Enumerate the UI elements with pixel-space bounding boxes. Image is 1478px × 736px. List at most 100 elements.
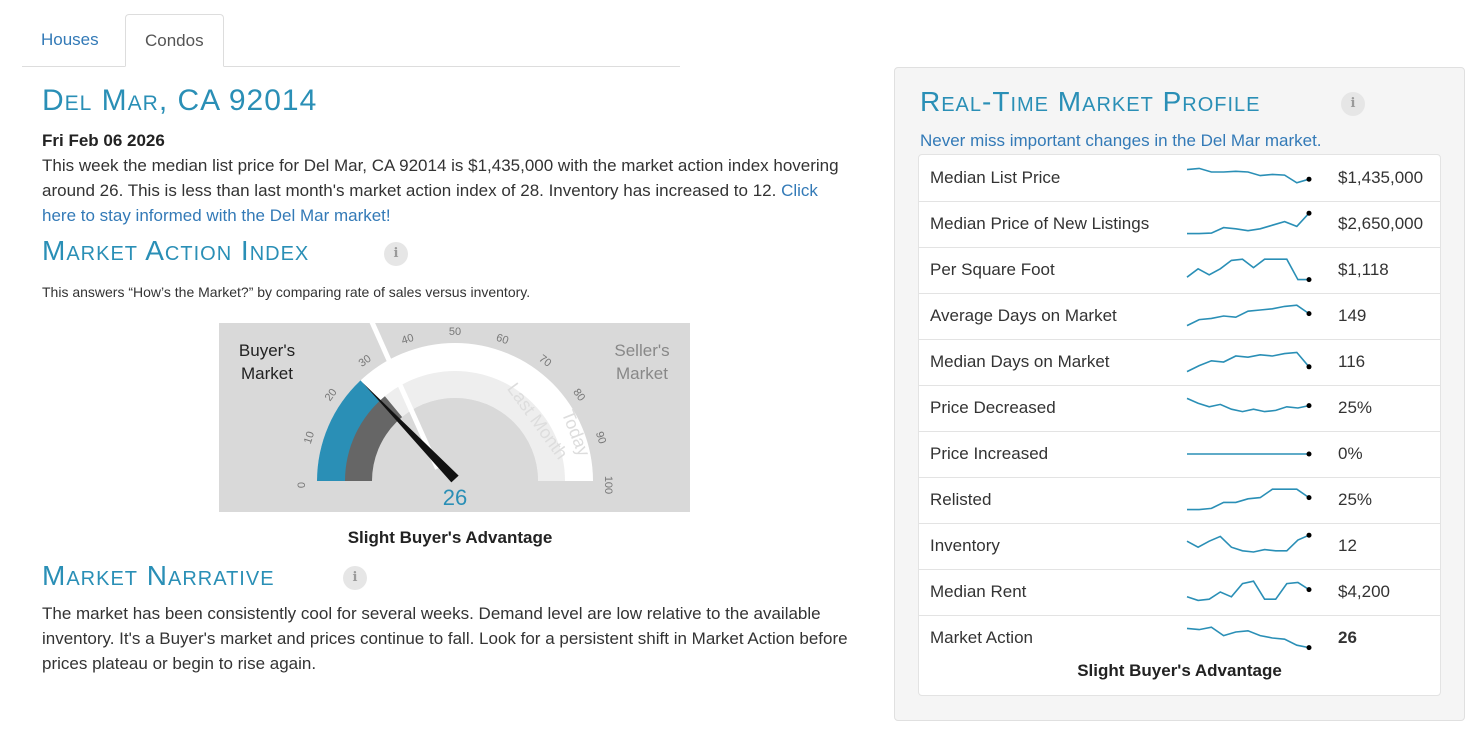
metric-label: Median Days on Market	[930, 352, 1110, 371]
sparkline-endpoint	[1306, 532, 1312, 538]
sparkline-path	[1187, 488, 1310, 511]
sparkline-endpoint	[1306, 451, 1312, 457]
metric-value: 116	[1338, 352, 1366, 371]
table-row: Market Action 26	[919, 615, 1440, 661]
summary-text: This week the median list price for Del …	[42, 156, 839, 200]
metric-label: Median Rent	[930, 582, 1027, 601]
metric-label: Price Increased	[930, 444, 1049, 463]
table-row: Median Days on Market 116	[919, 339, 1440, 386]
gauge-tick-label: 50	[449, 326, 461, 338]
sparkline-endpoint	[1306, 311, 1312, 317]
sparkline-endpoint	[1306, 277, 1312, 283]
market-profile-title: Real-Time Market Profile	[920, 86, 1261, 117]
table-row: Inventory 12	[919, 523, 1440, 570]
trend-sparkline	[1187, 210, 1312, 235]
metric-label: Price Decreased	[930, 398, 1056, 417]
metric-label: Inventory	[930, 536, 1000, 555]
trend-sparkline	[1186, 532, 1312, 553]
gauge-tick-label: 80	[570, 387, 587, 404]
metric-value: 25%	[1338, 398, 1373, 417]
sparkline-path	[1186, 397, 1310, 413]
sparkline-endpoint	[1306, 645, 1312, 651]
sparkline-path	[1186, 304, 1310, 327]
market-profile-subtitle: Never miss important changes in the Del …	[920, 131, 1322, 150]
metric-value: $4,200	[1338, 582, 1390, 601]
metric-value: 12	[1338, 536, 1357, 555]
metric-label: Relisted	[930, 490, 992, 509]
metric-label: Median Price of New Listings	[930, 214, 1150, 233]
gauge-value: 26	[443, 485, 467, 510]
metric-label: Per Square Foot	[930, 260, 1055, 279]
table-row: Per Square Foot $1,118	[919, 247, 1440, 294]
gauge-tick-label: 90	[593, 430, 608, 445]
sparkline-endpoint	[1306, 364, 1312, 370]
trend-sparkline	[1186, 304, 1312, 327]
metric-value: 25%	[1338, 490, 1373, 509]
sparkline-path	[1186, 351, 1310, 373]
metric-value: 26	[1338, 628, 1357, 647]
gauge-tick-label: 100	[602, 476, 614, 494]
table-row: Average Days on Market 149	[919, 293, 1440, 340]
info-icon[interactable]: i	[1341, 92, 1365, 116]
trend-sparkline	[1186, 397, 1312, 413]
table-row: Median Rent $4,200	[919, 569, 1440, 616]
sellers-market-label-2: Market	[616, 364, 668, 383]
metric-label: Median List Price	[930, 168, 1061, 187]
market-narrative-text: The market has been consistently cool fo…	[42, 604, 848, 673]
tab-condos[interactable]: Condos	[125, 14, 224, 67]
metric-label: Market Action	[930, 628, 1033, 647]
table-row: Median List Price $1,435,000	[919, 155, 1440, 202]
gauge-caption: Slight Buyer's Advantage	[347, 528, 553, 547]
sparkline-path	[1186, 534, 1310, 553]
market-action-description: This answers “How’s the Market?” by comp…	[42, 284, 531, 300]
info-icon[interactable]: i	[384, 242, 408, 266]
gauge-tick-label: 10	[302, 430, 317, 445]
sparkline-path	[1186, 580, 1310, 602]
trend-sparkline	[1186, 167, 1312, 184]
sparkline-endpoint	[1306, 495, 1312, 501]
market-narrative-title: Market Narrative	[42, 560, 275, 591]
market-profile-caption: Slight Buyer's Advantage	[1077, 661, 1282, 680]
sparkline-endpoint	[1306, 403, 1312, 409]
metric-label: Average Days on Market	[930, 306, 1117, 325]
sparkline-path	[1186, 258, 1309, 281]
sparkline-path	[1186, 167, 1310, 184]
sparkline-endpoint	[1306, 210, 1312, 216]
info-icon[interactable]: i	[343, 566, 367, 590]
gauge-tick-label: 60	[495, 332, 510, 347]
buyers-market-label-2: Market	[241, 364, 293, 383]
table-row: Price Decreased 25%	[919, 385, 1440, 432]
sparkline-path	[1187, 212, 1310, 235]
trend-sparkline	[1186, 580, 1312, 602]
sparkline-endpoint	[1306, 587, 1312, 593]
gauge-graphic: Last MonthToday 010203040 50 60708090100 2…	[239, 323, 670, 510]
table-row: Median Price of New Listings $2,650,000	[919, 201, 1440, 248]
gauge-tick-label: 70	[536, 353, 553, 370]
gauge-tick-label: 40	[400, 332, 415, 347]
page-title: Del Mar, CA 92014	[42, 84, 318, 117]
gauge-tick-label: 0	[296, 482, 308, 488]
trend-sparkline	[1186, 258, 1312, 283]
buyers-market-label: Buyer's	[239, 341, 295, 360]
gauge-tick-label: 30	[357, 353, 374, 370]
sparkline-path	[1186, 626, 1310, 649]
metric-value: $1,118	[1338, 260, 1389, 279]
table-row: Relisted 25%	[919, 477, 1440, 524]
tab-houses[interactable]: Houses	[22, 14, 118, 66]
metric-value: 149	[1338, 306, 1367, 325]
metric-value: $1,435,000	[1338, 168, 1424, 187]
market-action-title: Market Action Index	[42, 235, 310, 266]
gauge-tick-label: 20	[323, 387, 340, 404]
trend-sparkline	[1186, 626, 1312, 651]
market-profile-table: Median List Price $1,435,000 Median Price …	[918, 154, 1441, 696]
trend-sparkline	[1187, 488, 1312, 511]
metric-value: 0%	[1338, 444, 1363, 463]
sparkline-endpoint	[1306, 176, 1312, 182]
sellers-market-label: Seller's	[614, 341, 669, 360]
trend-sparkline	[1186, 351, 1312, 373]
market-action-gauge: Last Month Today 0 10 20 30 40 50 60 70 80 90 100 2…	[219, 323, 690, 512]
metric-value: $2,650,000	[1338, 214, 1424, 233]
report-date: Fri Feb 06 2026	[42, 131, 165, 150]
trend-sparkline	[1187, 451, 1312, 457]
property-type-tabs: Houses Condos	[22, 14, 680, 67]
